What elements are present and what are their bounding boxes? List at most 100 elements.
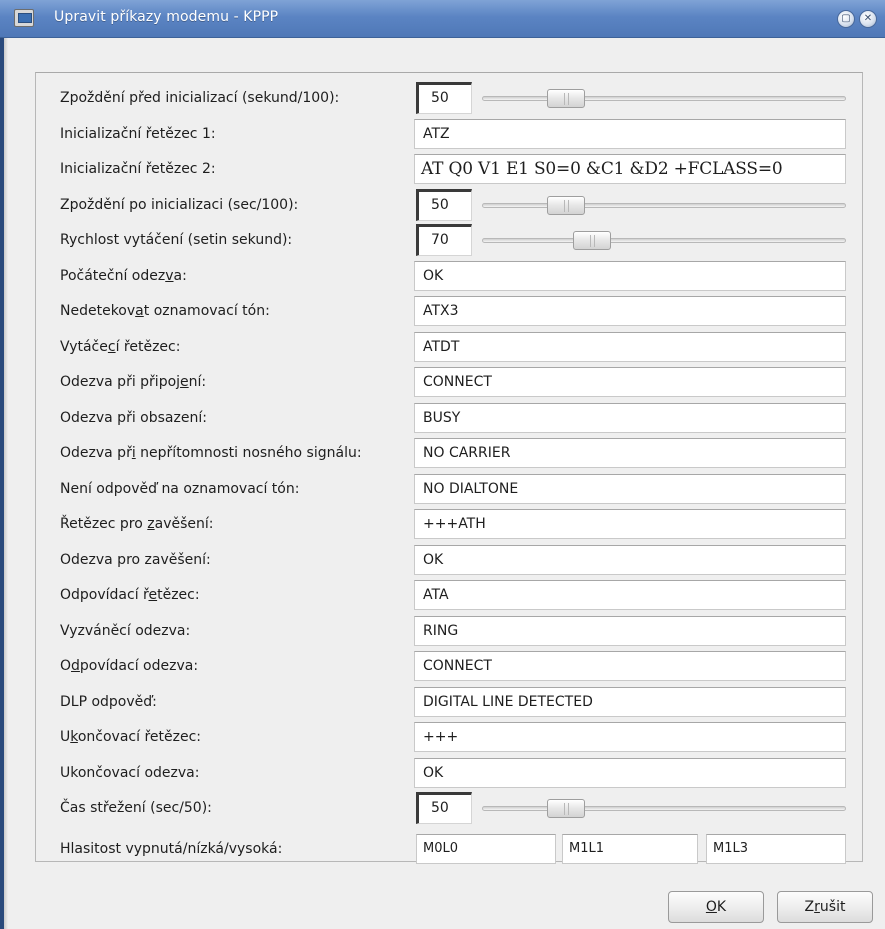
answer-response-row: Odpovídací odezva: CONNECT bbox=[46, 649, 846, 684]
guard-time-row: Čas střežení (sec/50): 50 bbox=[46, 791, 846, 826]
answer-response-label-pre: O bbox=[60, 658, 72, 674]
hangup-string-label-pre: Řetězec pro bbox=[60, 516, 148, 532]
init-response-row: Počáteční odezva: OK bbox=[46, 259, 846, 294]
post-init-delay-spinbox[interactable]: 50 bbox=[416, 188, 472, 221]
pre-init-delay-label: Zpoždění před inicializací (sekund/100): bbox=[60, 90, 340, 106]
no-dialtone-detection-label-mn: a bbox=[135, 303, 144, 319]
init-string-2-row: Inicializační řetězec 2: AT Q0 V1 E1 S0=0… bbox=[46, 152, 846, 187]
volume-high-field[interactable]: M1L3 bbox=[706, 834, 846, 864]
init-string-2-label: Inicializační řetězec 2: bbox=[60, 161, 216, 177]
ring-response-label: Vyzváněcí odezva: bbox=[60, 622, 191, 639]
hangup-response-label: Odezva pro zavěšení: bbox=[60, 551, 211, 568]
dialing-speed-row: Rychlost vytáčení (setin sekund): 70 bbox=[46, 223, 846, 258]
connect-response-input[interactable]: CONNECT bbox=[414, 367, 846, 397]
app-icon[interactable] bbox=[14, 9, 34, 27]
answer-response-input[interactable]: CONNECT bbox=[414, 651, 846, 681]
init-string-1-input[interactable]: ATZ bbox=[414, 118, 846, 149]
init-string-1-label: Inicializační řetězec 1: bbox=[60, 125, 216, 142]
no-carrier-response-row: Odezva při nepřítomnosti nosného signálu… bbox=[46, 436, 846, 471]
maximize-icon: ▢ bbox=[841, 13, 851, 24]
ok-button[interactable]: OK bbox=[668, 891, 764, 923]
dial-string-label-mn: c bbox=[107, 338, 116, 355]
no-carrier-response-label: Odezva při nepřítomnosti nosného signálu… bbox=[60, 436, 362, 471]
volume-low-field[interactable]: M1L1 bbox=[562, 834, 698, 864]
answer-string-row: Odpovídací řetězec: ATA bbox=[46, 578, 846, 613]
ring-response-row: Vyzváněcí odezva: RING bbox=[46, 614, 846, 649]
init-response-label: Počáteční odezva: bbox=[60, 259, 187, 294]
cancel-label-post: ušit bbox=[819, 899, 846, 915]
dialing-speed-slider-handle[interactable] bbox=[573, 231, 612, 250]
hangup-string-input[interactable]: +++ATH bbox=[414, 509, 846, 539]
title-bar[interactable]: Upravit příkazy modemu - KPPP ▢ ✕ bbox=[0, 0, 885, 38]
dialog-window: Upravit příkazy modemu - KPPP ▢ ✕ Zpoždě… bbox=[0, 0, 885, 929]
connect-response-label-pre: Odezva při připoj bbox=[60, 374, 181, 390]
guard-time-spinbox[interactable]: 50 bbox=[416, 792, 472, 824]
guard-time-slider-track[interactable] bbox=[482, 806, 846, 811]
escape-string-label: Ukončovací řetězec: bbox=[60, 720, 201, 755]
answer-response-label-post: povídací odezva: bbox=[79, 658, 199, 674]
dialing-speed-spinbox[interactable]: 70 bbox=[416, 224, 472, 256]
hangup-response-row: Odezva pro zavěšení: OK bbox=[46, 543, 846, 578]
ring-response-input[interactable]: RING bbox=[414, 615, 846, 646]
pre-init-delay-slider-handle[interactable] bbox=[547, 89, 586, 108]
escape-string-row: Ukončovací řetězec: +++ bbox=[46, 720, 846, 755]
busy-response-input[interactable]: BUSY bbox=[414, 402, 846, 433]
close-button[interactable]: ✕ bbox=[859, 10, 877, 28]
dlp-response-input[interactable]: DIGITAL LINE DETECTED bbox=[414, 686, 846, 717]
connect-response-label-post: ní: bbox=[188, 374, 207, 390]
init-response-label-mn: v bbox=[165, 267, 174, 284]
dial-string-row: Vytáčecí řetězec: ATDT bbox=[46, 330, 846, 365]
no-dialtone-detection-label-post: t oznamovací tón: bbox=[143, 303, 270, 319]
volume-off-field[interactable]: M0L0 bbox=[416, 834, 556, 864]
cancel-button[interactable]: Zrušit bbox=[777, 891, 873, 923]
no-carrier-response-label-pre: Odezva př bbox=[60, 445, 132, 461]
post-init-delay-row: Zpoždění po inicializaci (sec/100): 50 bbox=[46, 188, 846, 223]
pre-init-delay-row: Zpoždění před inicializací (sekund/100):… bbox=[46, 81, 846, 116]
escape-string-label-pre: U bbox=[60, 729, 71, 745]
no-carrier-response-label-post: nepřítomnosti nosného signálu: bbox=[135, 445, 362, 461]
post-init-delay-slider-track[interactable] bbox=[482, 202, 846, 208]
dial-string-input[interactable]: ATDT bbox=[414, 331, 846, 362]
no-dialtone-response-input[interactable]: NO DIALTONE bbox=[414, 473, 846, 504]
connect-response-label-mn: e bbox=[180, 374, 189, 390]
no-carrier-response-input[interactable]: NO CARRIER bbox=[414, 438, 846, 468]
init-response-label-post: a: bbox=[173, 267, 187, 284]
connect-response-row: Odezva při připojení: CONNECT bbox=[46, 365, 846, 400]
post-init-delay-slider-handle[interactable] bbox=[547, 195, 586, 215]
guard-time-label: Čas střežení (sec/50): bbox=[60, 800, 212, 816]
hangup-string-label: Řetězec pro zavěšení: bbox=[60, 507, 214, 542]
answer-string-label-mn: e bbox=[148, 587, 158, 603]
escape-string-label-mn: k bbox=[70, 729, 78, 745]
busy-response-row: Odezva při obsazení: BUSY bbox=[46, 401, 846, 436]
escape-response-input[interactable]: OK bbox=[414, 757, 846, 788]
post-init-delay-label: Zpoždění po inicializaci (sec/100): bbox=[60, 196, 299, 213]
window-border bbox=[0, 38, 8, 929]
pre-init-delay-spinbox[interactable]: 50 bbox=[416, 82, 472, 114]
dial-string-label-post: í řetězec: bbox=[115, 338, 181, 355]
ok-label-rest: K bbox=[716, 899, 727, 915]
init-response-input[interactable]: OK bbox=[414, 260, 846, 291]
busy-response-label: Odezva při obsazení: bbox=[60, 409, 207, 426]
maximize-button[interactable]: ▢ bbox=[837, 10, 855, 28]
no-dialtone-detection-input[interactable]: ATX3 bbox=[414, 296, 846, 326]
escape-string-input[interactable]: +++ bbox=[414, 722, 846, 752]
answer-string-input[interactable]: ATA bbox=[414, 580, 846, 610]
dial-string-label: Vytáčecí řetězec: bbox=[60, 330, 180, 365]
escape-string-label-post: ončovací řetězec: bbox=[77, 729, 202, 745]
pre-init-delay-slider-track[interactable] bbox=[482, 96, 846, 101]
answer-string-label-post: tězec: bbox=[157, 587, 200, 603]
escape-response-row: Ukončovací odezva: OK bbox=[46, 756, 846, 791]
init-string-2-input[interactable]: AT Q0 V1 E1 S0=0 &C1 &D2 +FCLASS=0 bbox=[414, 154, 846, 184]
volume-row: Hlasitost vypnutá/nízká/vysoká: M0L0 M1L… bbox=[46, 832, 846, 867]
dialing-speed-slider-track[interactable] bbox=[482, 238, 846, 243]
escape-response-label: Ukončovací odezva: bbox=[60, 764, 200, 781]
hangup-response-input[interactable]: OK bbox=[414, 544, 846, 575]
answer-string-label-pre: Odpovídací ř bbox=[60, 587, 149, 603]
answer-response-label: Odpovídací odezva: bbox=[60, 649, 198, 684]
dlp-response-label: DLP odpověď: bbox=[60, 693, 157, 710]
cancel-label-pre: Z bbox=[804, 899, 815, 915]
no-dialtone-response-label: Není odpověď na oznamovací tón: bbox=[60, 480, 300, 497]
guard-time-slider-handle[interactable] bbox=[547, 799, 586, 818]
dial-string-label-pre: Vytáče bbox=[60, 338, 108, 355]
hangup-string-label-mn: z bbox=[147, 516, 155, 532]
